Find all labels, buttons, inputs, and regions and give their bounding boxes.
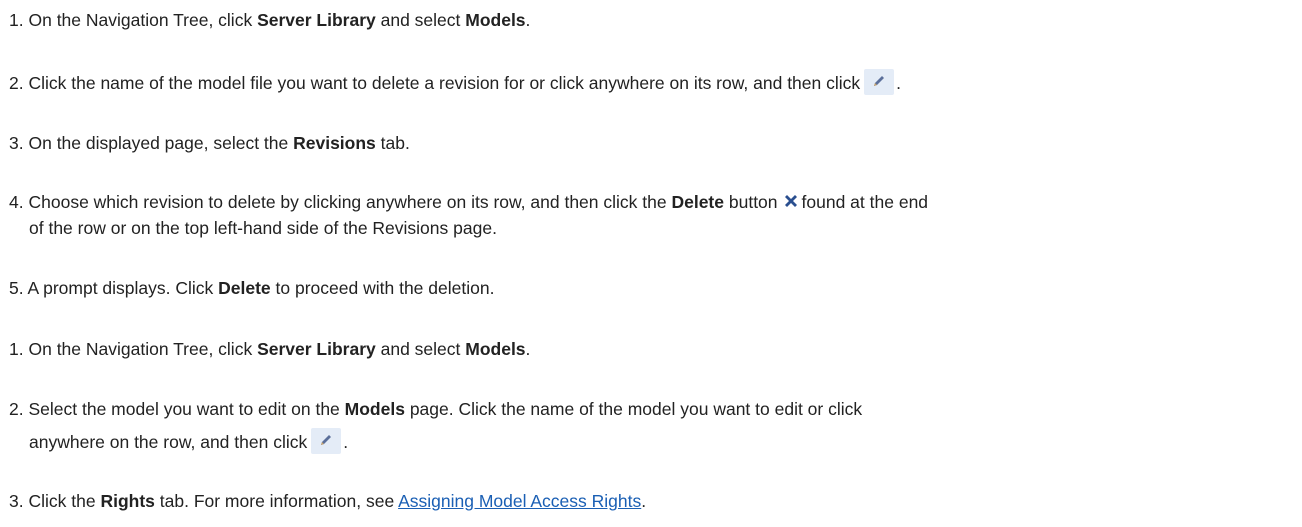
step-1-navigate-models: 1. On the Navigation Tree, click Server …: [9, 336, 1294, 362]
step-text: .: [525, 10, 531, 30]
ui-term-models: Models: [465, 10, 526, 30]
ui-term-delete: Delete: [671, 192, 724, 212]
step-text: and select: [375, 10, 466, 30]
step-text: Click the name of the model file you wan…: [28, 73, 861, 93]
step-text: tab. For more information, see: [154, 491, 399, 511]
ui-term-server-library: Server Library: [257, 339, 376, 359]
step-number: 3.: [9, 133, 24, 153]
step-text: A prompt displays. Click: [27, 278, 219, 298]
step-text: Choose which revision to delete by click…: [28, 192, 672, 212]
step-text: Click the: [28, 491, 101, 511]
pencil-icon: [311, 428, 342, 454]
step-text-continued: anywhere on the row, and then click.: [9, 428, 1294, 455]
ui-term-models: Models: [344, 399, 405, 419]
step-text: Select the model you want to edit on the: [28, 399, 345, 419]
step-5-confirm-delete: 5. A prompt displays. Click Delete to pr…: [9, 275, 1294, 301]
step-1-navigate-models: 1. On the Navigation Tree, click Server …: [9, 7, 1294, 33]
step-number: 2.: [9, 399, 24, 419]
step-text: to proceed with the deletion.: [270, 278, 495, 298]
step-number: 2.: [9, 73, 24, 93]
step-text-continued: of the row or on the top left-hand side …: [29, 218, 497, 238]
step-2-open-model: 2. Click the name of the model file you …: [9, 69, 1294, 96]
step-4-delete-revision: 4. Choose which revision to delete by cl…: [9, 189, 1294, 241]
step-number: 5.: [9, 278, 24, 298]
pencil-icon: [864, 69, 895, 95]
step-text: button: [724, 192, 778, 212]
step-text: .: [525, 339, 531, 359]
ui-term-delete: Delete: [218, 278, 271, 298]
assigning-model-access-rights-link[interactable]: Assigning Model Access Rights: [398, 491, 641, 511]
step-3-revisions-tab: 3. On the displayed page, select the Rev…: [9, 130, 1294, 156]
ui-term-revisions: Revisions: [293, 133, 376, 153]
step-number: 4.: [9, 192, 24, 212]
step-number: 3.: [9, 491, 24, 511]
step-text: On the Navigation Tree, click: [28, 10, 258, 30]
step-text: .: [343, 432, 349, 452]
x-delete-icon: [784, 195, 797, 207]
instructions: 1. On the Navigation Tree, click Server …: [0, 0, 1302, 527]
ui-term-models: Models: [465, 339, 526, 359]
ui-term-server-library: Server Library: [257, 10, 376, 30]
ui-term-rights: Rights: [100, 491, 155, 511]
step-text: On the displayed page, select the: [28, 133, 294, 153]
step-text: page. Click the name of the model you wa…: [404, 399, 863, 419]
step-3-rights-tab: 3. Click the Rights tab. For more inform…: [9, 488, 1294, 514]
step-text: tab.: [375, 133, 410, 153]
step-2-select-model: 2. Select the model you want to edit on …: [9, 396, 1294, 455]
step-text: .: [641, 491, 647, 511]
step-text: found at the end: [801, 192, 929, 212]
step-text: and select: [375, 339, 466, 359]
step-text: .: [896, 73, 902, 93]
step-text: anywhere on the row, and then click: [29, 432, 308, 452]
step-number: 1.: [9, 339, 24, 359]
step-number: 1.: [9, 10, 24, 30]
step-text: On the Navigation Tree, click: [28, 339, 258, 359]
